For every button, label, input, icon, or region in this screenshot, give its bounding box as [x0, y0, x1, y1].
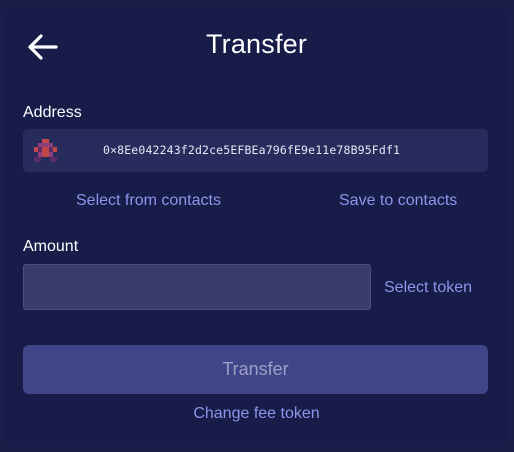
- save-to-contacts-link[interactable]: Save to contacts: [339, 192, 457, 210]
- select-token-link[interactable]: Select token: [384, 279, 472, 297]
- header: Transfer: [4, 7, 509, 85]
- page-title: Transfer: [205, 29, 308, 59]
- amount-input[interactable]: [23, 264, 371, 310]
- transfer-button[interactable]: Transfer: [23, 345, 488, 394]
- address-field[interactable]: 0×8Ee042243f2d2ce5EFBEa796fE9e11e78B95Fd…: [23, 129, 488, 172]
- amount-label: Amount: [23, 238, 79, 255]
- change-fee-token-link[interactable]: Change fee token: [4, 405, 509, 423]
- address-label: Address: [23, 104, 82, 121]
- address-value[interactable]: 0×8Ee042243f2d2ce5EFBEa796fE9e11e78B95Fd…: [103, 143, 400, 157]
- transfer-panel: Transfer Address 0×8Ee042243f2d2ce5EFBEa…: [4, 7, 509, 443]
- identicon-avatar: [34, 139, 57, 162]
- select-from-contacts-link[interactable]: Select from contacts: [76, 192, 221, 210]
